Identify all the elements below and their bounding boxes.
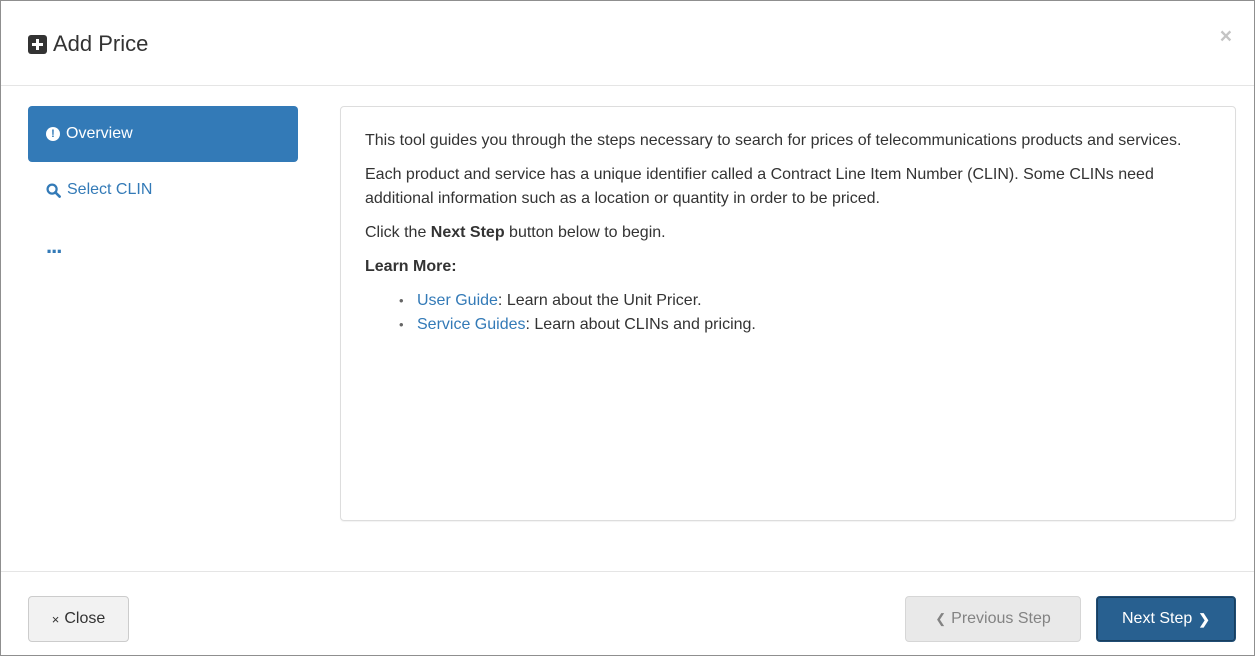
next-step-button[interactable]: Next Step ❯ bbox=[1096, 596, 1236, 642]
modal-footer: × Close ❮ Previous Step Next Step ❯ bbox=[1, 571, 1254, 656]
modal-header: Add Price × bbox=[1, 1, 1254, 86]
chevron-right-icon: ❯ bbox=[1198, 610, 1210, 627]
chevron-left-icon: ❮ bbox=[935, 611, 947, 626]
close-button-label: Close bbox=[64, 610, 106, 627]
previous-step-button[interactable]: ❮ Previous Step bbox=[905, 596, 1081, 642]
list-item: Service Guides: Learn about CLINs and pr… bbox=[399, 313, 1211, 337]
exclamation-circle-icon: ! bbox=[46, 127, 60, 141]
next-step-label: Next Step bbox=[1122, 610, 1193, 627]
add-price-modal: Add Price × ! Overview Select CLIN ... T… bbox=[0, 0, 1255, 656]
step-overview-label: Overview bbox=[66, 125, 133, 142]
service-guides-desc: : Learn about CLINs and pricing. bbox=[525, 316, 756, 333]
instruction-prefix: Click the bbox=[365, 224, 431, 241]
close-button[interactable]: × Close bbox=[28, 596, 129, 642]
modal-title-text: Add Price bbox=[53, 31, 149, 56]
previous-step-label: Previous Step bbox=[951, 610, 1051, 627]
step-select-clin-label: Select CLIN bbox=[67, 181, 153, 198]
instruction-bold: Next Step bbox=[430, 224, 505, 241]
step-overview[interactable]: ! Overview bbox=[28, 106, 298, 162]
user-guide-link[interactable]: User Guide bbox=[417, 292, 498, 309]
service-guides-link[interactable]: Service Guides bbox=[417, 316, 526, 333]
list-item: User Guide: Learn about the Unit Pricer. bbox=[399, 289, 1211, 313]
instruction-paragraph: Click the Next Step button below to begi… bbox=[365, 221, 1211, 245]
close-icon[interactable]: × bbox=[1220, 25, 1232, 49]
learn-more-list: User Guide: Learn about the Unit Pricer.… bbox=[365, 289, 1211, 337]
ellipsis-icon: ... bbox=[46, 233, 62, 258]
close-button-icon: × bbox=[51, 611, 60, 627]
user-guide-desc: : Learn about the Unit Pricer. bbox=[497, 292, 702, 309]
clin-paragraph: Each product and service has a unique id… bbox=[365, 166, 1154, 207]
search-icon bbox=[46, 182, 61, 198]
step-select-clin[interactable]: Select CLIN bbox=[28, 162, 298, 218]
overview-panel: This tool guides you through the steps n… bbox=[340, 106, 1236, 521]
intro-paragraph: This tool guides you through the steps n… bbox=[365, 132, 1182, 149]
plus-square-icon bbox=[28, 34, 47, 54]
instruction-suffix: button below to begin. bbox=[504, 224, 666, 241]
step-more[interactable]: ... bbox=[28, 218, 298, 274]
wizard-steps-nav: ! Overview Select CLIN ... bbox=[28, 106, 298, 274]
learn-more-heading: Learn More: bbox=[365, 258, 457, 275]
modal-title: Add Price bbox=[28, 31, 148, 57]
